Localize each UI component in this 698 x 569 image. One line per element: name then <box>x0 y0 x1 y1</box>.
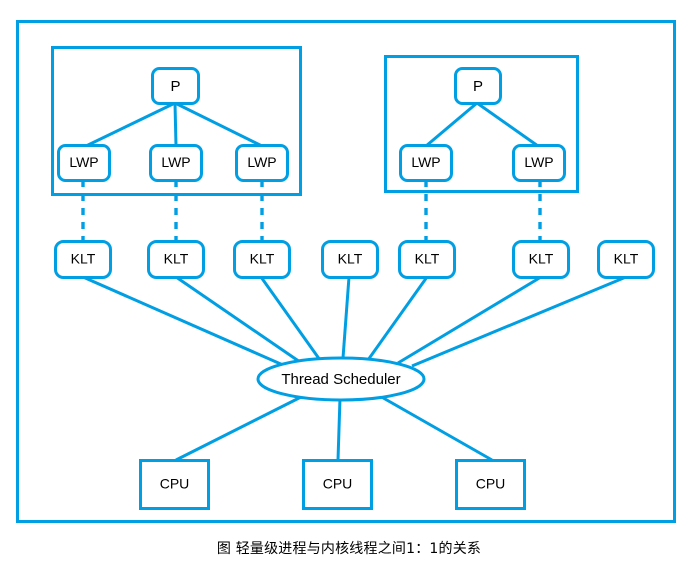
sched-cpu-line-1 <box>175 393 306 462</box>
thread-scheduler-node[interactable]: Thread Scheduler <box>256 356 426 402</box>
klt-node-4-label: KLT <box>338 251 363 267</box>
cpu-node-2[interactable]: CPU <box>302 459 373 510</box>
klt-node-3[interactable]: KLT <box>233 240 291 279</box>
process-node-left-label: P <box>170 78 180 95</box>
process-right-lwp-connectors <box>425 101 539 148</box>
lwp-node-right-1[interactable]: LWP <box>399 144 453 182</box>
process-node-left[interactable]: P <box>151 67 200 105</box>
lwp-node-left-3[interactable]: LWP <box>235 144 289 182</box>
diagram-canvas: P LWP LWP LWP P LWP LWP KLT KLT KLT KLT … <box>0 0 698 569</box>
klt-node-2[interactable]: KLT <box>147 240 205 279</box>
klt-sched-line-3 <box>259 276 322 361</box>
diagram-graphics: P LWP LWP LWP P LWP LWP KLT KLT KLT KLT … <box>16 20 676 523</box>
klt-scheduler-connectors <box>82 275 627 368</box>
klt-sched-line-2 <box>175 275 301 364</box>
sched-cpu-line-2 <box>336 397 342 461</box>
klt-sched-line-1 <box>82 275 284 367</box>
cpu-node-3-label: CPU <box>476 476 506 492</box>
klt-node-2-label: KLT <box>164 251 189 267</box>
diagram-caption: 图 轻量级进程与内核线程之间1：1的关系 <box>216 541 482 557</box>
klt-node-6-label: KLT <box>529 251 554 267</box>
klt-node-5[interactable]: KLT <box>398 240 456 279</box>
sched-cpu-line-3 <box>377 393 493 462</box>
lwp-node-right-1-label: LWP <box>411 154 440 170</box>
lwp-node-left-1[interactable]: LWP <box>57 144 111 182</box>
lwp-node-right-2-label: LWP <box>524 154 553 170</box>
klt-node-5-label: KLT <box>415 251 440 267</box>
klt-node-1-label: KLT <box>71 251 96 267</box>
lwp-node-right-2[interactable]: LWP <box>512 144 566 182</box>
lwp-node-left-2[interactable]: LWP <box>149 144 203 182</box>
lwp-node-left-3-label: LWP <box>247 154 276 170</box>
klt-node-1[interactable]: KLT <box>54 240 112 279</box>
cpu-node-2-label: CPU <box>323 476 353 492</box>
klt-node-4[interactable]: KLT <box>321 240 379 279</box>
klt-node-6[interactable]: KLT <box>512 240 570 279</box>
lwp-node-left-2-label: LWP <box>161 154 190 170</box>
thread-scheduler-label: Thread Scheduler <box>281 371 400 388</box>
cpu-node-3[interactable]: CPU <box>455 459 526 510</box>
klt-sched-line-4 <box>341 276 351 359</box>
cpu-node-1-label: CPU <box>160 476 190 492</box>
process-node-right[interactable]: P <box>454 67 502 105</box>
klt-node-7-label: KLT <box>614 251 639 267</box>
klt-sched-line-5 <box>366 276 429 361</box>
lwp-node-left-1-label: LWP <box>69 154 98 170</box>
lwp-klt-dashed-links <box>81 180 542 241</box>
klt-node-7[interactable]: KLT <box>597 240 655 279</box>
process-left-lwp-connectors <box>85 101 263 148</box>
process-node-right-label: P <box>473 78 483 95</box>
klt-node-3-label: KLT <box>250 251 275 267</box>
scheduler-cpu-connectors <box>175 393 493 462</box>
cpu-node-1[interactable]: CPU <box>139 459 210 510</box>
